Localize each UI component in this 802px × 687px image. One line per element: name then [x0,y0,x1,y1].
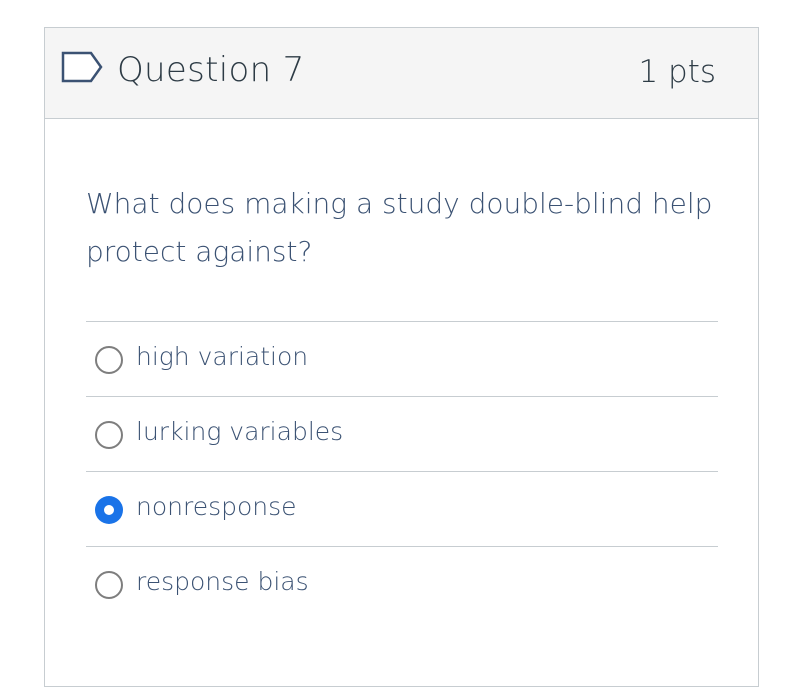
answer-label[interactable]: high variation [136,340,308,374]
answer-label[interactable]: lurking variables [136,415,343,449]
radio-button[interactable] [95,421,123,449]
answer-label[interactable]: nonresponse [136,490,297,524]
answer-option[interactable]: lurking variables [86,396,718,471]
radio-button[interactable] [95,346,123,374]
question-points: 1 pts [638,54,716,90]
answer-option[interactable]: response bias [86,546,718,621]
question-text: What does making a study double-blind he… [86,187,713,268]
radio-button[interactable] [95,571,123,599]
question-header: Question 7 1 pts [45,28,758,119]
answer-list: high variation lurking variables nonresp… [86,321,718,621]
question-card: Question 7 1 pts What does making a stud… [44,27,759,687]
answer-option[interactable]: nonresponse [86,471,718,546]
flag-question-icon[interactable] [61,51,103,83]
answer-label[interactable]: response bias [136,565,309,599]
answer-option[interactable]: high variation [86,321,718,396]
radio-button[interactable] [95,496,123,524]
question-title: Question 7 [117,50,305,90]
